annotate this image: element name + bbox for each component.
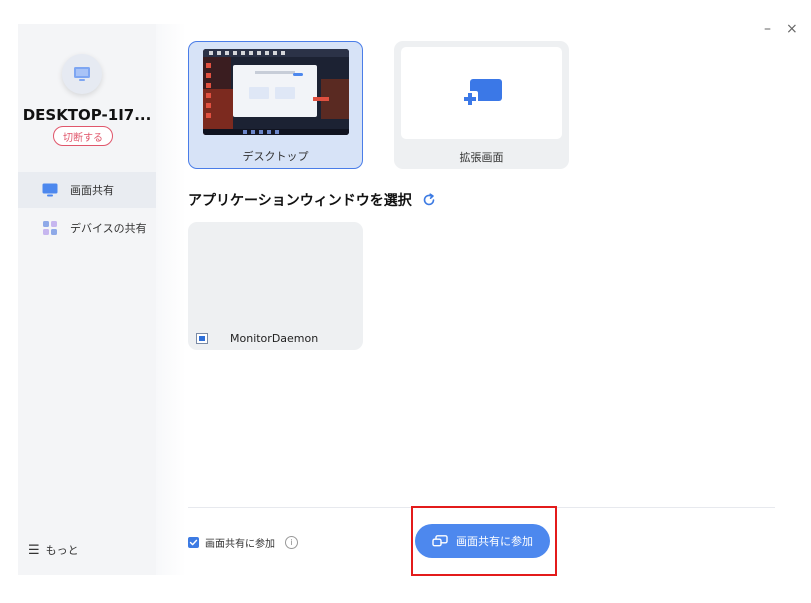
join-share-checkbox-label: 画面共有に参加 <box>205 539 275 550</box>
hamburger-icon: ☰ <box>28 542 40 558</box>
check-icon <box>189 539 198 546</box>
screen-tile-desktop[interactable]: デスクトップ <box>188 41 363 169</box>
sidebar-item-label: 画面共有 <box>70 184 114 197</box>
desktop-thumbnail-image <box>203 49 349 135</box>
section-title-text: アプリケーションウィンドウを選択 <box>188 193 412 209</box>
sidebar-item-device-share[interactable]: デバイスの共有 <box>18 210 156 246</box>
screen-tile-label: 拡張画面 <box>459 151 504 164</box>
sidebar: DESKTOP-1I7... 切断する 画面共有 デバイスの共有 ☰ もっと <box>18 24 156 575</box>
devices-grid-icon <box>42 221 58 235</box>
monitor-icon <box>74 67 90 81</box>
app-window-tile[interactable]: MonitorDaemon <box>188 222 363 350</box>
screen-tile-label: デスクトップ <box>242 150 309 163</box>
app-window-icon <box>196 333 208 344</box>
more-label: もっと <box>45 544 79 557</box>
app-window-label: MonitorDaemon <box>230 332 319 345</box>
device-name: DESKTOP-1I7... <box>22 106 152 124</box>
monitor-icon <box>42 183 58 197</box>
screen-tile-extended[interactable]: 拡張画面 <box>394 41 569 169</box>
extended-screen-preview <box>401 47 562 139</box>
sidebar-item-label: デバイスの共有 <box>70 222 147 235</box>
minimize-button[interactable]: – <box>764 22 771 36</box>
sidebar-shadow <box>156 24 186 575</box>
app-window-section-title: アプリケーションウィンドウを選択 <box>188 190 436 210</box>
disconnect-button[interactable]: 切断する <box>53 126 113 146</box>
highlight-box <box>411 506 557 576</box>
close-button[interactable]: × <box>786 22 798 36</box>
sidebar-item-screen-share[interactable]: 画面共有 <box>18 172 156 208</box>
refresh-icon[interactable] <box>422 193 436 207</box>
device-avatar <box>62 54 102 94</box>
join-share-option: 画面共有に参加 i <box>188 535 298 550</box>
add-screen-icon <box>461 79 502 107</box>
join-share-checkbox[interactable] <box>188 537 199 548</box>
desktop-thumbnail <box>203 49 349 135</box>
info-icon[interactable]: i <box>285 536 298 549</box>
more-menu[interactable]: ☰ もっと <box>28 542 79 558</box>
